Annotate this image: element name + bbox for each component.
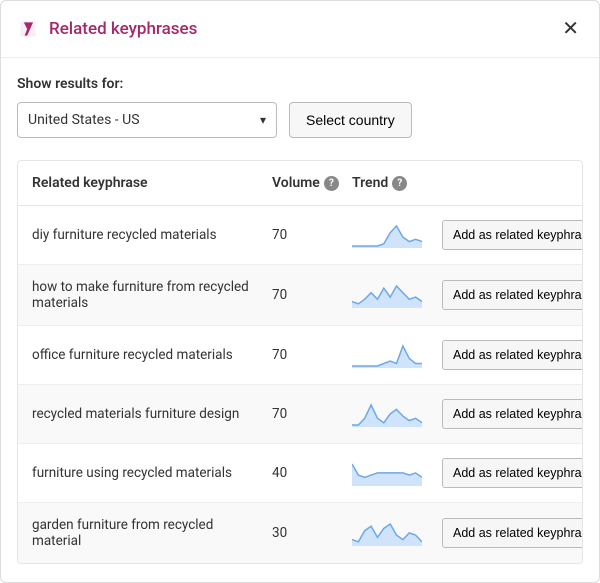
keyphrase-cell: how to make furniture from recycled mate… xyxy=(32,279,272,311)
help-icon[interactable]: ? xyxy=(392,176,407,191)
table-row: office furniture recycled materials70 Add… xyxy=(18,326,582,385)
volume-cell: 70 xyxy=(272,406,352,422)
add-keyphrase-button[interactable]: Add as related keyphrase xyxy=(442,399,583,429)
yoast-icon xyxy=(17,18,39,40)
volume-cell: 40 xyxy=(272,465,352,481)
trend-sparkline xyxy=(352,342,442,368)
keyphrase-table: Related keyphrase Volume ? Trend ? diy f… xyxy=(17,160,583,564)
modal-body: Show results for: United States - US ▾ S… xyxy=(1,58,599,582)
volume-cell: 70 xyxy=(272,227,352,243)
col-header-keyphrase: Related keyphrase xyxy=(32,175,272,191)
table-row: furniture using recycled materials40 Add … xyxy=(18,444,582,503)
trend-sparkline xyxy=(352,520,442,546)
chevron-down-icon: ▾ xyxy=(260,113,266,127)
trend-sparkline xyxy=(352,460,442,486)
keyphrase-cell: furniture using recycled materials xyxy=(32,465,272,481)
add-keyphrase-button[interactable]: Add as related keyphrase xyxy=(442,220,583,250)
keyphrase-cell: garden furniture from recycled material xyxy=(32,517,272,549)
country-select[interactable]: United States - US ▾ xyxy=(17,102,277,138)
country-select-value: United States - US xyxy=(28,112,140,128)
trend-sparkline xyxy=(352,222,442,248)
add-keyphrase-button[interactable]: Add as related keyphrase xyxy=(442,458,583,488)
country-filter-row: United States - US ▾ Select country xyxy=(17,102,583,138)
table-header: Related keyphrase Volume ? Trend ? xyxy=(18,161,582,206)
keyphrase-cell: recycled materials furniture design xyxy=(32,406,272,422)
select-country-button[interactable]: Select country xyxy=(289,102,412,138)
table-row: how to make furniture from recycled mate… xyxy=(18,265,582,326)
table-row: diy furniture recycled materials70 Add as… xyxy=(18,206,582,265)
add-keyphrase-button[interactable]: Add as related keyphrase xyxy=(442,340,583,370)
help-icon[interactable]: ? xyxy=(324,176,339,191)
add-keyphrase-button[interactable]: Add as related keyphrase xyxy=(442,518,583,548)
table-row: garden furniture from recycled material3… xyxy=(18,503,582,563)
keyphrase-cell: office furniture recycled materials xyxy=(32,347,272,363)
col-header-volume: Volume ? xyxy=(272,175,352,191)
modal-header: Related keyphrases ✕ xyxy=(1,1,599,58)
volume-cell: 70 xyxy=(272,347,352,363)
close-icon: ✕ xyxy=(562,18,579,40)
related-keyphrases-modal: Related keyphrases ✕ Show results for: U… xyxy=(0,0,600,583)
volume-cell: 30 xyxy=(272,525,352,541)
trend-sparkline xyxy=(352,401,442,427)
close-button[interactable]: ✕ xyxy=(558,15,583,43)
add-keyphrase-button[interactable]: Add as related keyphrase xyxy=(442,280,583,310)
keyphrase-cell: diy furniture recycled materials xyxy=(32,227,272,243)
volume-cell: 70 xyxy=(272,287,352,303)
modal-header-left: Related keyphrases xyxy=(17,18,197,40)
modal-title: Related keyphrases xyxy=(49,19,197,39)
show-results-label: Show results for: xyxy=(17,76,583,92)
table-row: recycled materials furniture design70 Add… xyxy=(18,385,582,444)
col-header-trend: Trend ? xyxy=(352,175,442,191)
trend-sparkline xyxy=(352,282,442,308)
